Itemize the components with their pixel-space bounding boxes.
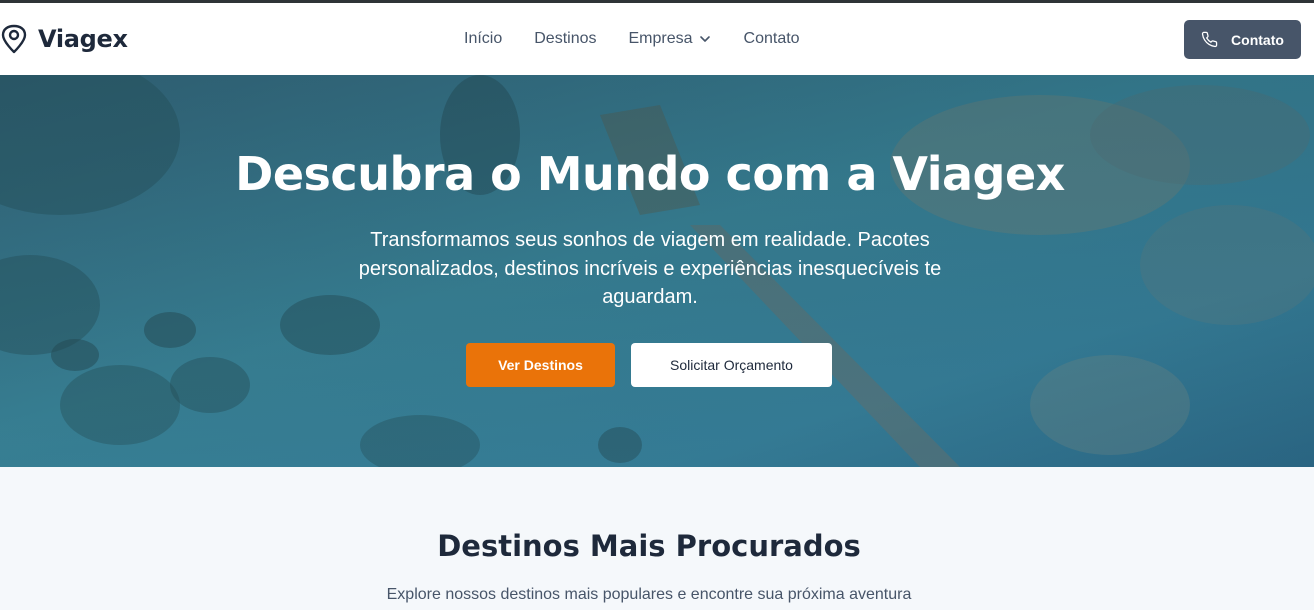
hero-title: Descubra o Mundo com a Viagex — [235, 147, 1065, 201]
section-subtitle: Explore nossos destinos mais populares e… — [386, 586, 912, 603]
brand-logo[interactable]: Viagex — [0, 23, 128, 55]
navbar: Viagex Início Destinos Empresa Contato C… — [0, 3, 1314, 75]
phone-icon — [1201, 31, 1218, 48]
main-nav: Início Destinos Empresa Contato — [464, 24, 800, 54]
nav-link-empresa-label: Empresa — [628, 30, 693, 47]
contact-button-label: Contato — [1231, 31, 1284, 48]
nav-link-contato[interactable]: Contato — [744, 24, 800, 54]
nav-link-inicio[interactable]: Início — [464, 24, 502, 54]
hero-subtitle: Transformamos seus sonhos de viagem em r… — [358, 229, 942, 308]
brand-name: Viagex — [38, 25, 128, 53]
contact-button[interactable]: Contato — [1184, 20, 1301, 59]
hero-section: Descubra o Mundo com a Viagex Transforma… — [0, 75, 1314, 467]
popular-destinations-section: Destinos Mais Procurados Explore nossos … — [0, 467, 1314, 610]
solicitar-orcamento-button[interactable]: Solicitar Orçamento — [631, 343, 832, 387]
map-pin-icon — [1, 24, 27, 54]
ver-destinos-button[interactable]: Ver Destinos — [466, 343, 615, 387]
section-title: Destinos Mais Procurados — [437, 529, 861, 563]
chevron-down-icon — [699, 36, 710, 42]
nav-link-destinos[interactable]: Destinos — [534, 24, 596, 54]
nav-link-empresa[interactable]: Empresa — [629, 24, 712, 54]
